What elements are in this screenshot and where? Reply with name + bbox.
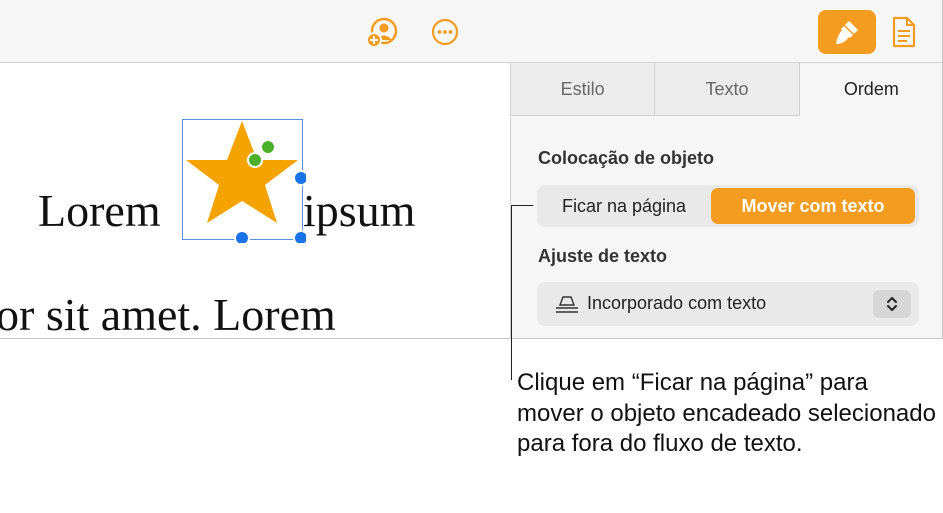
sidebar-tabs: Estilo Texto Ordem (511, 63, 942, 116)
app-window: Lorem ipsum or sit amet. Lorem Estilo Te… (0, 0, 943, 339)
move-with-text-button[interactable]: Mover com texto (711, 188, 915, 224)
document-icon[interactable] (888, 14, 920, 50)
format-sidebar: Estilo Texto Ordem Colocação de objeto F… (510, 63, 942, 338)
document-canvas[interactable]: Lorem ipsum or sit amet. Lorem (0, 63, 510, 339)
placement-segmented-control: Ficar na página Mover com texto (537, 185, 919, 227)
collaborate-icon[interactable] (364, 16, 402, 48)
callout-pointer (511, 205, 533, 206)
more-icon[interactable] (429, 16, 461, 48)
tab-texto[interactable]: Texto (655, 63, 800, 116)
text-wrap-select[interactable]: Incorporado com texto (537, 282, 919, 326)
text-wrap-value: Incorporado com texto (587, 293, 767, 313)
format-paintbrush-icon (836, 21, 858, 44)
inline-wrap-icon (555, 295, 579, 318)
body-text-word: Lorem (38, 185, 161, 236)
selected-star-shape[interactable] (180, 117, 309, 246)
chevron-up-down-icon[interactable] (873, 290, 911, 318)
text-wrap-section-title: Ajuste de texto (538, 246, 668, 266)
callout-text: Clique em “Ficar na página” para mover o… (517, 369, 936, 457)
callout-line (511, 205, 512, 380)
tab-ordem[interactable]: Ordem (799, 63, 942, 116)
placement-section-title: Colocação de objeto (538, 148, 715, 168)
tab-estilo[interactable]: Estilo (511, 63, 656, 116)
format-button[interactable] (818, 10, 876, 54)
toolbar (0, 0, 942, 63)
stay-on-page-button[interactable]: Ficar na página (537, 185, 711, 227)
body-text-word: ipsum (303, 185, 416, 236)
body-text-line: or sit amet. Lorem (0, 289, 336, 339)
